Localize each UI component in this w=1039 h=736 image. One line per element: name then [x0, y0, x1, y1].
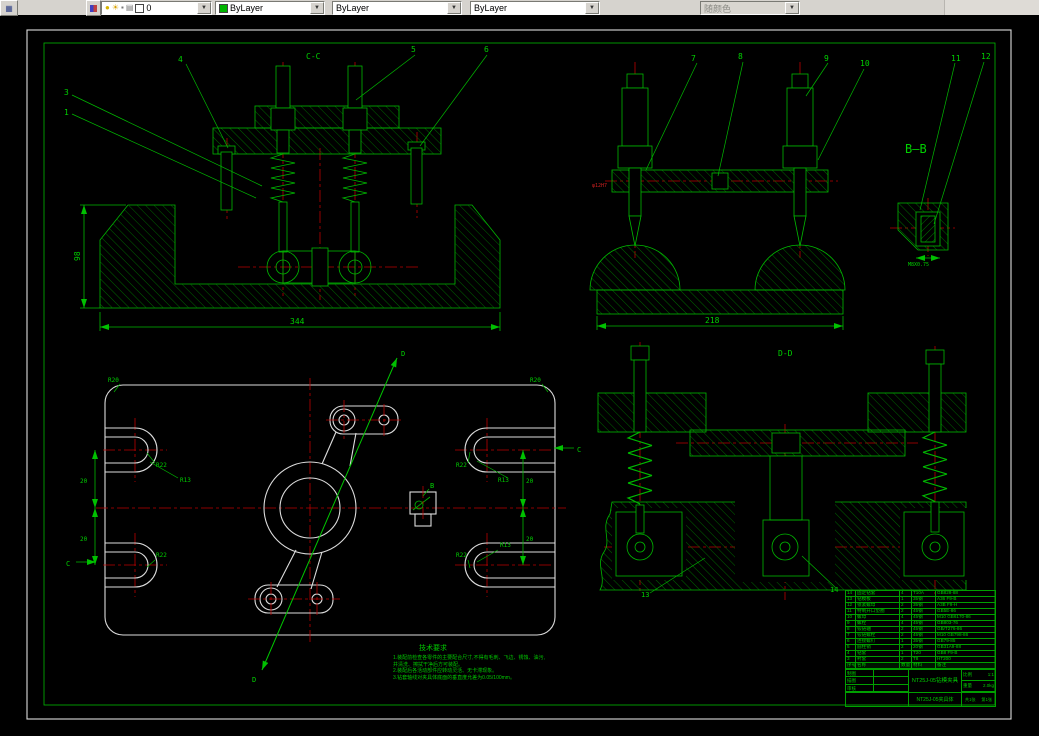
title-block: 14 固定钻套 4 T10A GB828-88 13 钻模板 1 35钢 A36 F9-B 12 锁紧…	[845, 590, 996, 721]
dim-20-l2: 20	[80, 536, 88, 543]
app-icon: ▦	[5, 3, 13, 13]
callout-11: 11	[951, 54, 961, 63]
dim-r13-ul: R13	[180, 477, 191, 484]
dim-r22-ll: R22	[156, 552, 167, 559]
current-color-swatch	[219, 3, 228, 13]
toolbar-app-button[interactable]: ▦	[0, 0, 18, 16]
color-control[interactable]: ByLayer ▼	[215, 1, 325, 15]
sheet-total: 共1张	[964, 696, 976, 702]
detail-letter-b: B	[430, 482, 434, 490]
view-label-bb: B—B	[905, 142, 927, 156]
dim-r22-ul: R22	[156, 462, 167, 469]
sheet-number: 第1张	[981, 696, 993, 702]
scale-label: 比例	[963, 672, 972, 677]
weight-value: 2.0kg	[982, 683, 994, 688]
callout-6: 6	[484, 45, 489, 54]
callout-8: 8	[738, 52, 743, 61]
field-check-label: 审核	[846, 684, 874, 691]
layer-on-bulb-icon[interactable]: ●	[105, 3, 110, 13]
dim-hole: φ12H7	[592, 183, 607, 189]
toolbar-right-zone	[944, 0, 1039, 15]
callout-9: 9	[824, 54, 829, 63]
plotstyle-dropdown-arrow-icon: ▼	[785, 2, 799, 14]
note-line: 3.钻套轴线对夹具体底面的垂直度允差为0.05/100mm。	[393, 674, 515, 681]
field-draw-label: 制图	[846, 670, 874, 677]
layer-lock-icon[interactable]: ▪	[121, 3, 124, 13]
lineweight-control[interactable]: ByLayer ▼	[470, 1, 600, 15]
callout-12: 12	[981, 52, 991, 61]
linetype-value: ByLayer	[336, 3, 370, 13]
dim-r22-lr: R22	[456, 552, 467, 559]
dim-r20-tl: R20	[108, 377, 119, 384]
section-letter-d-bottom: D	[252, 676, 256, 684]
drawing-code: NT25J-05钻模夹具	[908, 670, 961, 692]
section-letter-c-left: C	[66, 560, 70, 568]
drawing-canvas[interactable]: C-C 3 1 4 5 6 344 98 φ12H7 218 7 8 9 10 …	[0, 15, 1039, 736]
dim-344: 344	[290, 317, 305, 326]
layer-plot-icon[interactable]: ▤	[126, 3, 134, 13]
layer-dropdown-arrow-icon[interactable]: ▼	[197, 2, 211, 14]
properties-toolbar: ▦ ● ☀ ▪ ▤ 0 ▼ ByLayer ▼ ByLayer ▼ ByLaye…	[0, 0, 1039, 16]
dim-r20-tr: R20	[530, 377, 541, 384]
dim-98: 98	[73, 251, 82, 261]
callout-10: 10	[860, 59, 870, 68]
dim-r13-lr: R13	[500, 542, 511, 549]
view-label-cc: C-C	[306, 52, 321, 61]
view-label-dd: D-D	[778, 349, 793, 358]
callout-1: 1	[64, 108, 69, 117]
layers-icon	[90, 4, 97, 12]
callout-3: 3	[64, 88, 69, 97]
section-letter-c-right: C	[577, 446, 581, 454]
lineweight-dropdown-arrow-icon[interactable]: ▼	[585, 2, 599, 14]
color-value: ByLayer	[230, 3, 264, 13]
parts-list-table: 14 固定钻套 4 T10A GB828-88 13 钻模板 1 35钢 A36 F9-B 12 锁紧…	[845, 590, 996, 669]
plotstyle-value: 随颜色	[704, 3, 732, 14]
notes-title: 技术要求	[419, 645, 447, 652]
dim-r22-ur: R22	[456, 462, 467, 469]
title-block-empty-cell	[846, 692, 908, 706]
dim-218: 218	[705, 316, 720, 325]
callout-7: 7	[691, 54, 696, 63]
make-layer-current-button[interactable]	[86, 0, 101, 16]
title-block-main: 制图 描图 审核 NT25J-05钻模夹具 比例 1:1 重量 2.0kg NT…	[845, 669, 996, 707]
plotstyle-control: 随颜色 ▼	[700, 1, 800, 15]
layer-name: 0	[146, 3, 152, 13]
linetype-dropdown-arrow-icon[interactable]: ▼	[447, 2, 461, 14]
dim-20-r1: 20	[526, 478, 534, 485]
dim-thread: M8X0.75	[908, 262, 929, 268]
dim-20-r2: 20	[526, 536, 534, 543]
title-block-scale-weight: 比例 1:1 重量 2.0kg	[961, 670, 995, 692]
part-name: NT25J-05夹具体	[908, 692, 961, 706]
color-dropdown-arrow-icon[interactable]: ▼	[310, 2, 324, 14]
parts-header-row: 序号 名称 数量 材料 备注	[845, 662, 996, 669]
layer-freeze-sun-icon[interactable]: ☀	[112, 3, 119, 13]
technical-notes: 技术要求 1.装配前检查各零件的主要配合尺寸,不得有毛刺、飞边、锈蚀、油污, 并…	[393, 644, 588, 681]
cad-application-window: ▦ ● ☀ ▪ ▤ 0 ▼ ByLayer ▼ ByLayer ▼ ByLaye…	[0, 0, 1039, 736]
callout-4: 4	[178, 55, 183, 64]
scale-value: 1:1	[987, 672, 994, 677]
notes-lines: 1.装配前检查各零件的主要配合尺寸,不得有毛刺、飞边、锈蚀、油污, 并清洗、擦拭…	[393, 655, 588, 681]
layer-control[interactable]: ● ☀ ▪ ▤ 0 ▼	[101, 1, 212, 15]
linetype-control[interactable]: ByLayer ▼	[332, 1, 462, 15]
layer-color-chip	[135, 3, 145, 13]
parts-list-body: 14 固定钻套 4 T10A GB828-88 13 钻模板 1 35钢 A36 F9-B 12 锁紧…	[845, 590, 996, 669]
callout-13: 13	[641, 591, 649, 599]
dim-20-l1: 20	[80, 478, 88, 485]
sheet-info: 共1张 第1张	[961, 692, 995, 706]
weight-label: 重量	[963, 683, 972, 688]
callout-5: 5	[411, 45, 416, 54]
field-trace-label: 描图	[846, 677, 874, 684]
lineweight-value: ByLayer	[474, 3, 508, 13]
callout-14: 14	[830, 586, 838, 594]
title-block-signatures: 制图 描图 审核	[846, 670, 908, 692]
section-letter-d-top: D	[401, 350, 405, 358]
